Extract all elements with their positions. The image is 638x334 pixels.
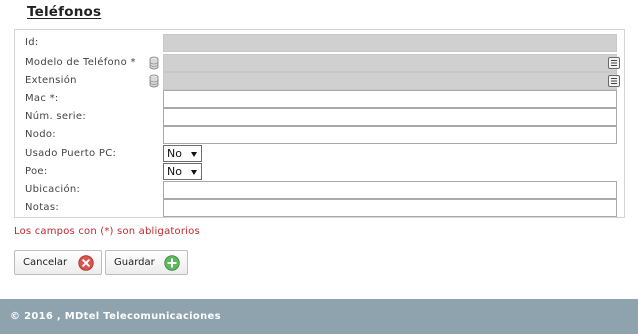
serial-number-label: Núm. serie: [25, 111, 86, 122]
phone-model-field[interactable] [163, 54, 617, 72]
extension-field[interactable] [163, 72, 617, 90]
cancel-button[interactable]: Cancelar [14, 250, 102, 275]
form-row-extension: Extensión [15, 72, 624, 90]
phone-model-label: Modelo de Teléfono * [25, 57, 136, 68]
id-label: Id: [25, 37, 39, 48]
form-row-notes: Notas: [15, 199, 624, 217]
form-row-mac: Mac *: [15, 90, 624, 108]
mac-label: Mac *: [25, 93, 59, 104]
phone-form: Id: Modelo de Teléfono * Extensión Mac *… [14, 29, 625, 218]
serial-number-field[interactable] [163, 108, 617, 126]
cancel-icon [78, 255, 94, 271]
page-title: Teléfonos [27, 4, 102, 20]
form-row-phone-model: Modelo de Teléfono * [15, 54, 624, 72]
poe-value: No [167, 165, 182, 178]
id-field[interactable] [163, 34, 617, 52]
chevron-down-icon [191, 170, 197, 175]
save-button-label: Guardar [114, 257, 155, 268]
notes-field[interactable] [163, 199, 617, 217]
pc-port-label: Usado Puerto PC: [25, 148, 117, 159]
location-field[interactable] [163, 181, 617, 199]
location-label: Ubicación: [25, 184, 81, 195]
form-row-id: Id: [15, 34, 624, 52]
form-row-poe: Poe: No [15, 163, 624, 181]
mac-field[interactable] [163, 90, 617, 108]
notes-label: Notas: [25, 202, 60, 213]
chevron-down-icon [191, 152, 197, 157]
database-icon[interactable] [149, 74, 159, 88]
cancel-button-label: Cancelar [23, 257, 68, 268]
node-field[interactable] [163, 126, 617, 144]
footer-copyright: © 2016 , MDtel Telecomunicaciones [10, 311, 221, 322]
form-row-location: Ubicación: [15, 181, 624, 199]
pc-port-value: No [167, 147, 182, 160]
database-icon[interactable] [149, 56, 159, 70]
form-row-pc-port: Usado Puerto PC: No [15, 145, 624, 163]
list-icon[interactable] [608, 57, 620, 69]
save-button[interactable]: Guardar [105, 250, 188, 275]
list-icon[interactable] [608, 75, 620, 87]
footer: © 2016 , MDtel Telecomunicaciones [0, 299, 638, 334]
poe-label: Poe: [25, 166, 48, 177]
required-fields-note: Los campos con (*) son abligatorios [14, 226, 200, 237]
add-icon [164, 255, 180, 271]
node-label: Nodo: [25, 129, 56, 140]
form-row-serial-number: Núm. serie: [15, 108, 624, 126]
extension-label: Extensión [25, 75, 77, 86]
pc-port-select[interactable]: No [163, 145, 202, 162]
form-row-node: Nodo: [15, 126, 624, 144]
poe-select[interactable]: No [163, 163, 202, 180]
